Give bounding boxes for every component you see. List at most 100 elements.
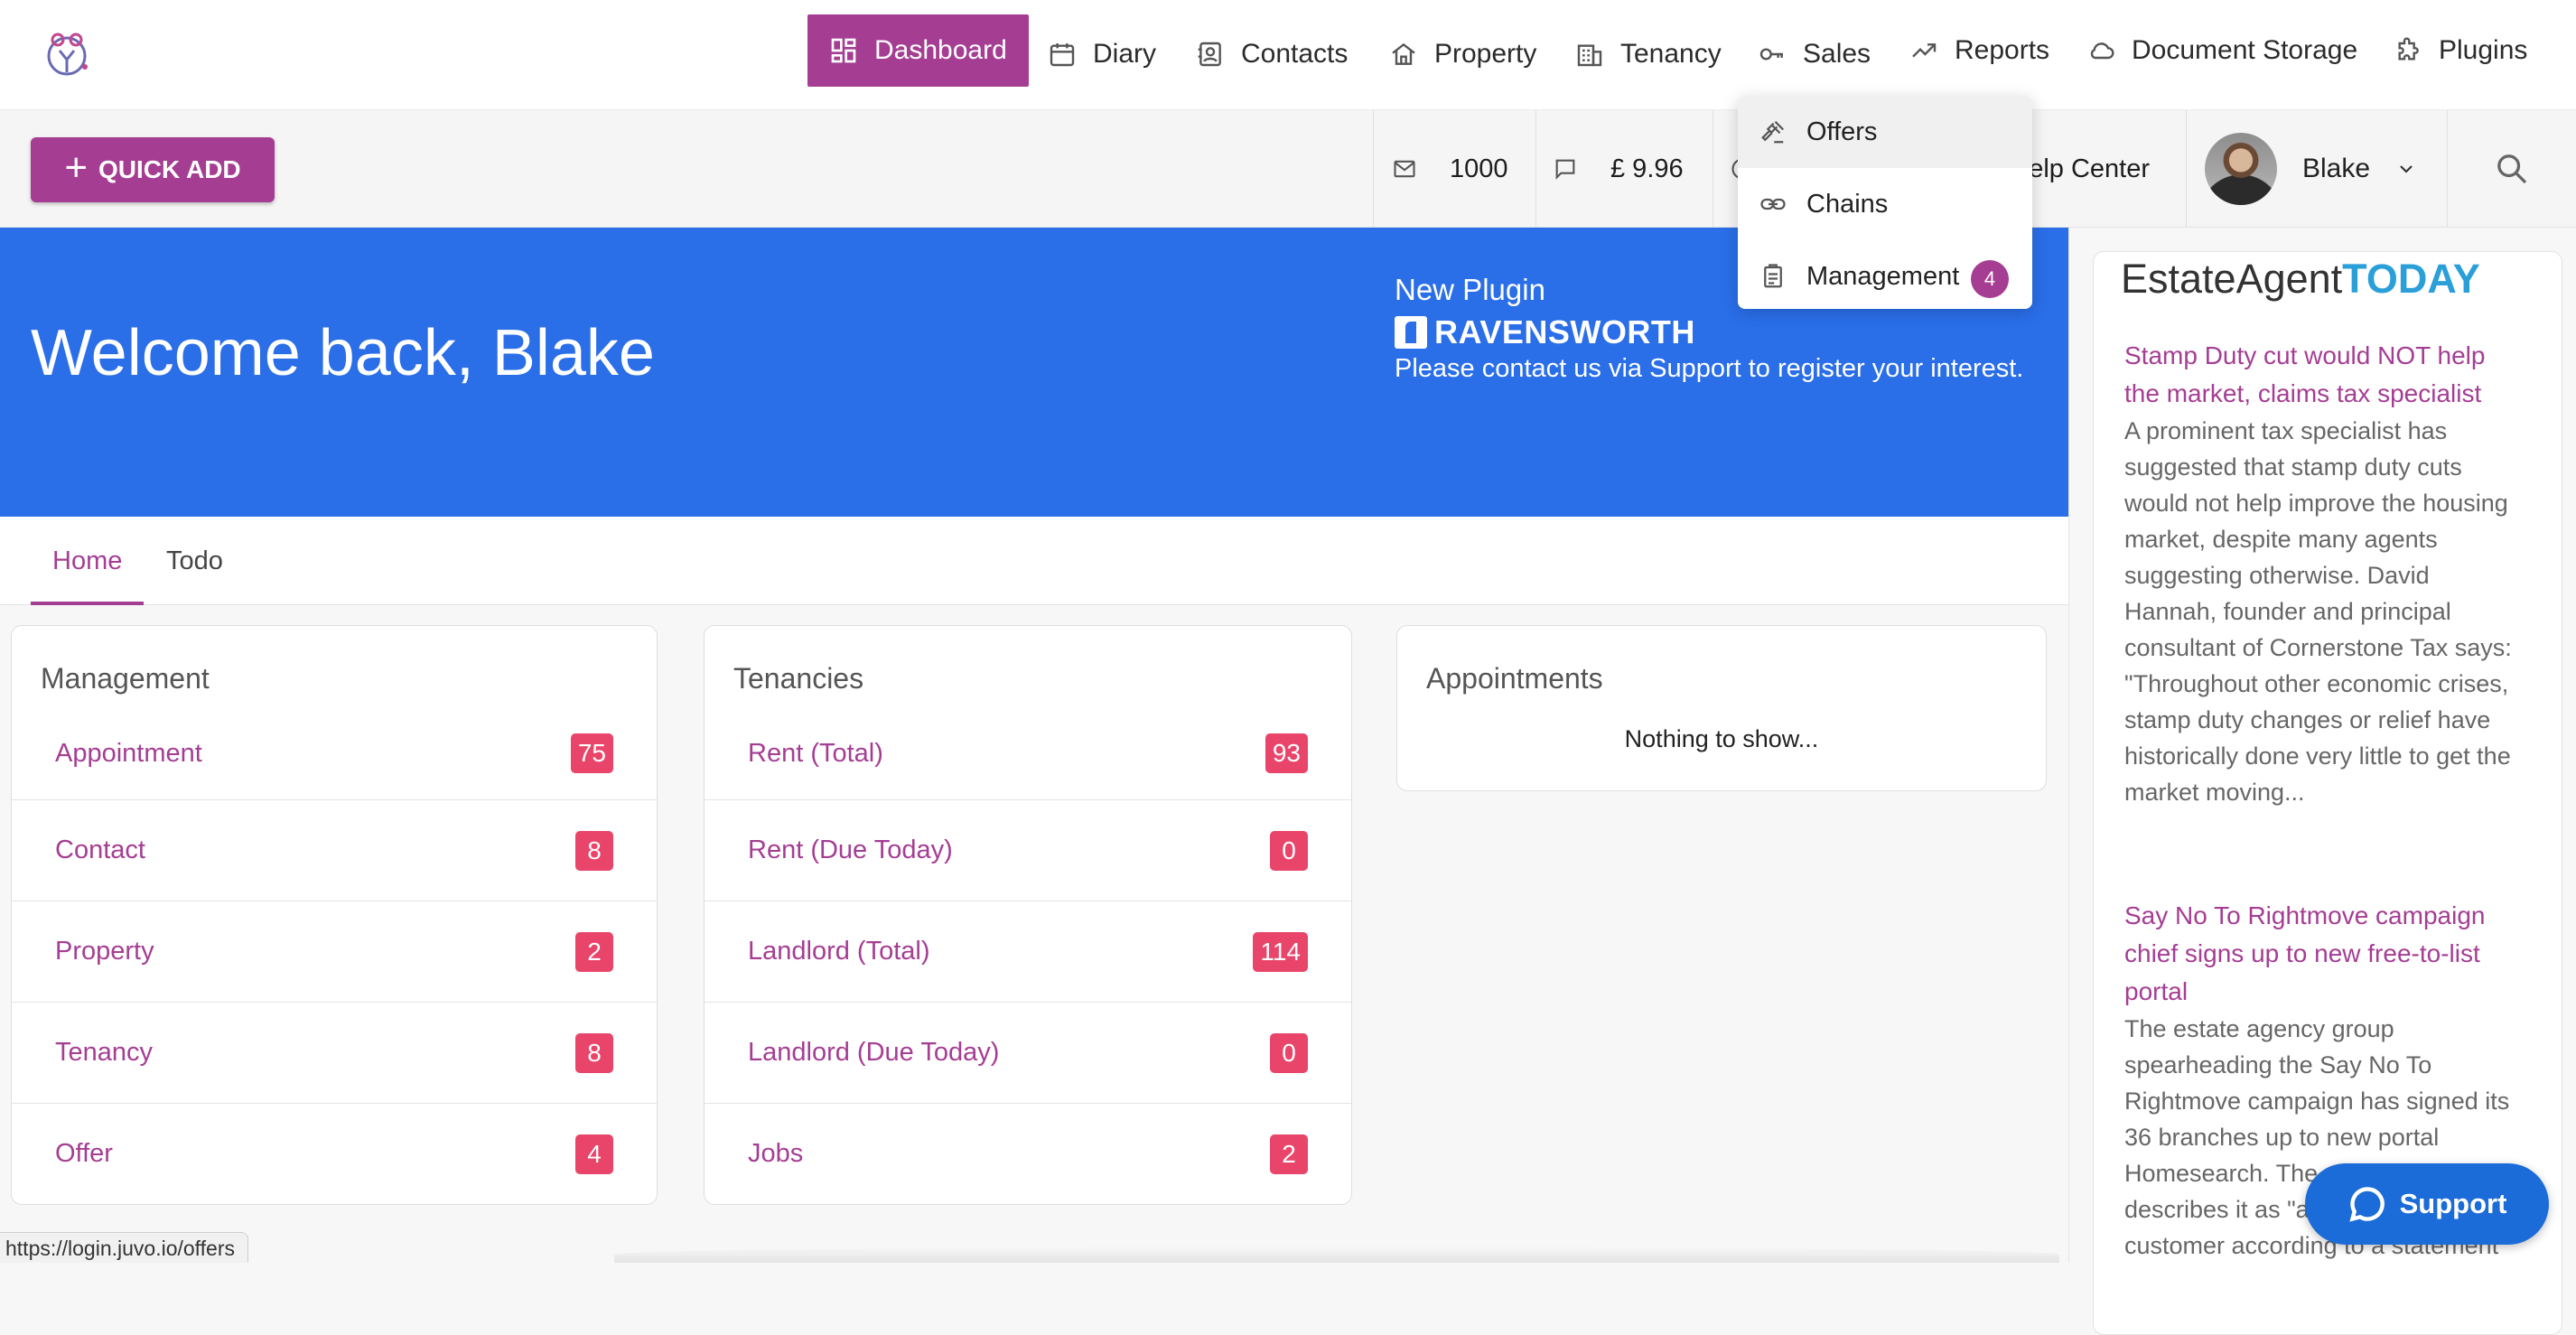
row-label: Offer [55,1139,113,1168]
nav-diary[interactable]: Diary [1048,18,1156,90]
logo-main-text: EstateAgent [2121,256,2343,302]
empty-state-message: Nothing to show... [1624,725,1819,752]
news-article-excerpt: A prominent tax specialist has suggested… [2124,417,2512,806]
row-label: Rent (Total) [748,738,883,768]
row-label: Tenancy [55,1038,154,1067]
nav-property[interactable]: Property [1389,18,1536,90]
news-article-title[interactable]: Stamp Duty cut would NOT help the market… [2124,337,2522,413]
clipboard-icon [1764,264,1782,288]
tab-todo[interactable]: Todo [145,517,245,605]
tenancies-card: Tenancies Rent (Total) 93 Rent (Due Toda… [704,625,1352,1205]
chat-bubble-icon [2348,1187,2385,1222]
tenancies-row-landlord-total[interactable]: Landlord (Total) 114 [705,901,1351,1002]
count-badge: 8 [575,830,613,871]
quick-add-label: QUICK ADD [98,155,241,183]
juvo-logo-icon[interactable] [40,27,94,81]
cloud-icon [2090,42,2114,60]
link-preview-url: https://login.juvo.io/offers [0,1232,248,1263]
row-label: Landlord (Total) [748,937,930,966]
card-title: Tenancies [733,662,864,695]
management-row-tenancy[interactable]: Tenancy 8 [12,1002,657,1103]
row-label: Landlord (Due Today) [748,1038,1000,1067]
key-icon [1759,48,1783,61]
account-balance[interactable]: £ 9.96 [1535,110,1713,228]
appointments-card: Appointments Nothing to show... [1396,625,2047,791]
dashboard-tabs: Home Todo [0,517,2068,605]
link-icon [1760,198,1786,210]
sales-dropdown-menu: Offers Chains Management 4 [1738,96,2032,309]
menu-item-label: Chains [1806,189,1889,219]
management-row-appointment[interactable]: Appointment 75 [12,713,657,794]
quick-add-button[interactable]: + QUICK ADD [31,137,275,202]
nav-contacts[interactable]: Contacts [1196,18,1348,90]
global-search-button[interactable] [2448,110,2576,228]
trending-up-icon [1912,43,1937,58]
user-menu[interactable]: Blake [2186,110,2448,228]
count-badge: 114 [1253,931,1308,972]
nav-reports[interactable]: Reports [1909,14,2049,87]
row-label: Rent (Due Today) [748,836,953,864]
puzzle-icon [2398,37,2419,61]
calendar-icon [1050,43,1075,67]
row-label: Appointment [55,738,202,768]
count-badge: 93 [1265,733,1308,773]
top-navigation: Dashboard Diary Contacts Property Tenanc… [0,0,2576,110]
support-chat-button[interactable]: Support [2305,1163,2549,1245]
row-label: Property [55,937,154,966]
nav-label: Reports [1955,35,2050,65]
menu-item-chains[interactable]: Chains [1738,168,2032,240]
tab-home[interactable]: Home [31,517,145,605]
scroll-shadow [614,1246,2059,1263]
tenancies-row-landlord-due-today[interactable]: Landlord (Due Today) 0 [705,1002,1351,1103]
news-article-title[interactable]: Say No To Rightmove campaign chief signs… [2124,897,2522,1011]
count-badge: 75 [570,733,613,773]
message-icon [1555,159,1575,180]
dashboard-icon [831,38,856,63]
nav-dashboard[interactable]: Dashboard [807,14,1029,87]
action-bar: + QUICK ADD 1000 £ 9.96 Help Center Blak… [0,110,2576,228]
management-row-contact[interactable]: Contact 8 [12,799,657,901]
menu-item-offers[interactable]: Offers [1738,96,2032,168]
management-row-property[interactable]: Property 2 [12,901,657,1002]
ravensworth-logo[interactable]: RAVENSWORTH [1395,313,1695,350]
card-title: Management [41,662,210,695]
tenancies-row-jobs[interactable]: Jobs 2 [705,1103,1351,1204]
nav-document-storage[interactable]: Document Storage [2086,14,2357,87]
count-badge: 2 [1270,1134,1308,1174]
home-icon [1392,42,1415,65]
plus-icon: + [64,145,89,190]
mail-icon [1394,160,1415,178]
count-badge: 8 [575,1032,613,1073]
news-article: Stamp Duty cut would NOT help the market… [2124,337,2522,810]
count-badge: 2 [575,931,613,972]
user-name: Blake [2302,154,2371,183]
nav-label: Tenancy [1620,39,1722,69]
count-badge: 0 [1270,830,1308,871]
support-label: Support [2399,1188,2507,1219]
count-badge: 0 [1270,1032,1308,1073]
nav-sales[interactable]: Sales [1758,18,1871,90]
nav-label: Property [1434,39,1537,69]
nav-tenancy[interactable]: Tenancy [1575,18,1722,90]
estate-agent-today-logo[interactable]: EstateAgentTODAY [2121,256,2480,303]
menu-item-label: Management [1806,261,1960,291]
management-row-offer[interactable]: Offer 4 [12,1103,657,1204]
menu-item-management[interactable]: Management 4 [1738,240,2032,309]
tab-label: Home [52,546,123,575]
ravensworth-logo-icon [1395,316,1427,349]
plugin-description: Please contact us via Support to registe… [1395,354,2024,383]
row-label: Contact [55,836,145,864]
management-card: Management Appointment 75 Contact 8 Prop… [11,625,658,1205]
management-count-badge: 4 [1971,260,2009,298]
nav-label: Contacts [1241,39,1349,69]
nav-label: Dashboard [874,35,1007,65]
tenancies-row-rent-due-today[interactable]: Rent (Due Today) 0 [705,799,1351,901]
card-title: Appointments [1426,662,1603,695]
tenancies-row-rent-total[interactable]: Rent (Total) 93 [705,713,1351,794]
building-icon [1577,44,1602,67]
plugin-logo-text: RAVENSWORTH [1434,313,1695,350]
nav-label: Plugins [2439,35,2528,65]
nav-label: Document Storage [2132,35,2358,65]
sms-credits[interactable]: 1000 [1373,110,1535,228]
nav-plugins[interactable]: Plugins [2394,14,2527,87]
